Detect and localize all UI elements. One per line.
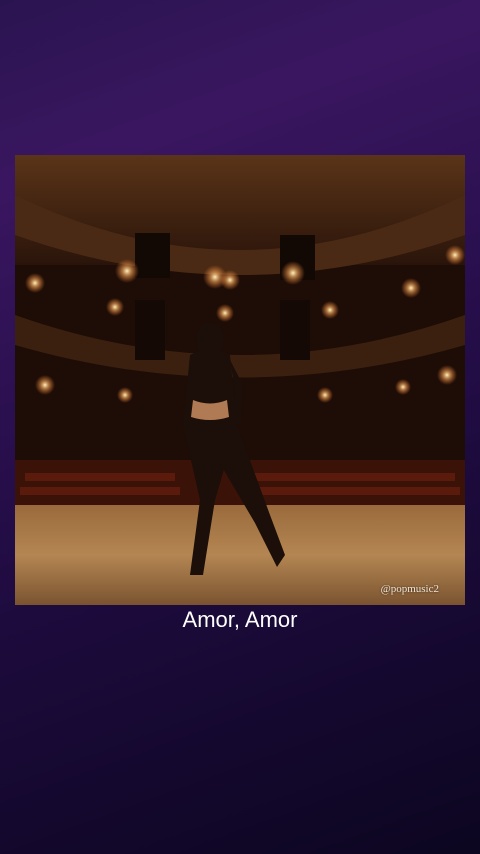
lyric-caption: Amor, Amor [182,607,298,632]
watermark-handle: @popmusic2 [380,583,439,595]
theatre-stage-illustration [15,155,465,605]
post-image: @popmusic2 [15,155,465,605]
